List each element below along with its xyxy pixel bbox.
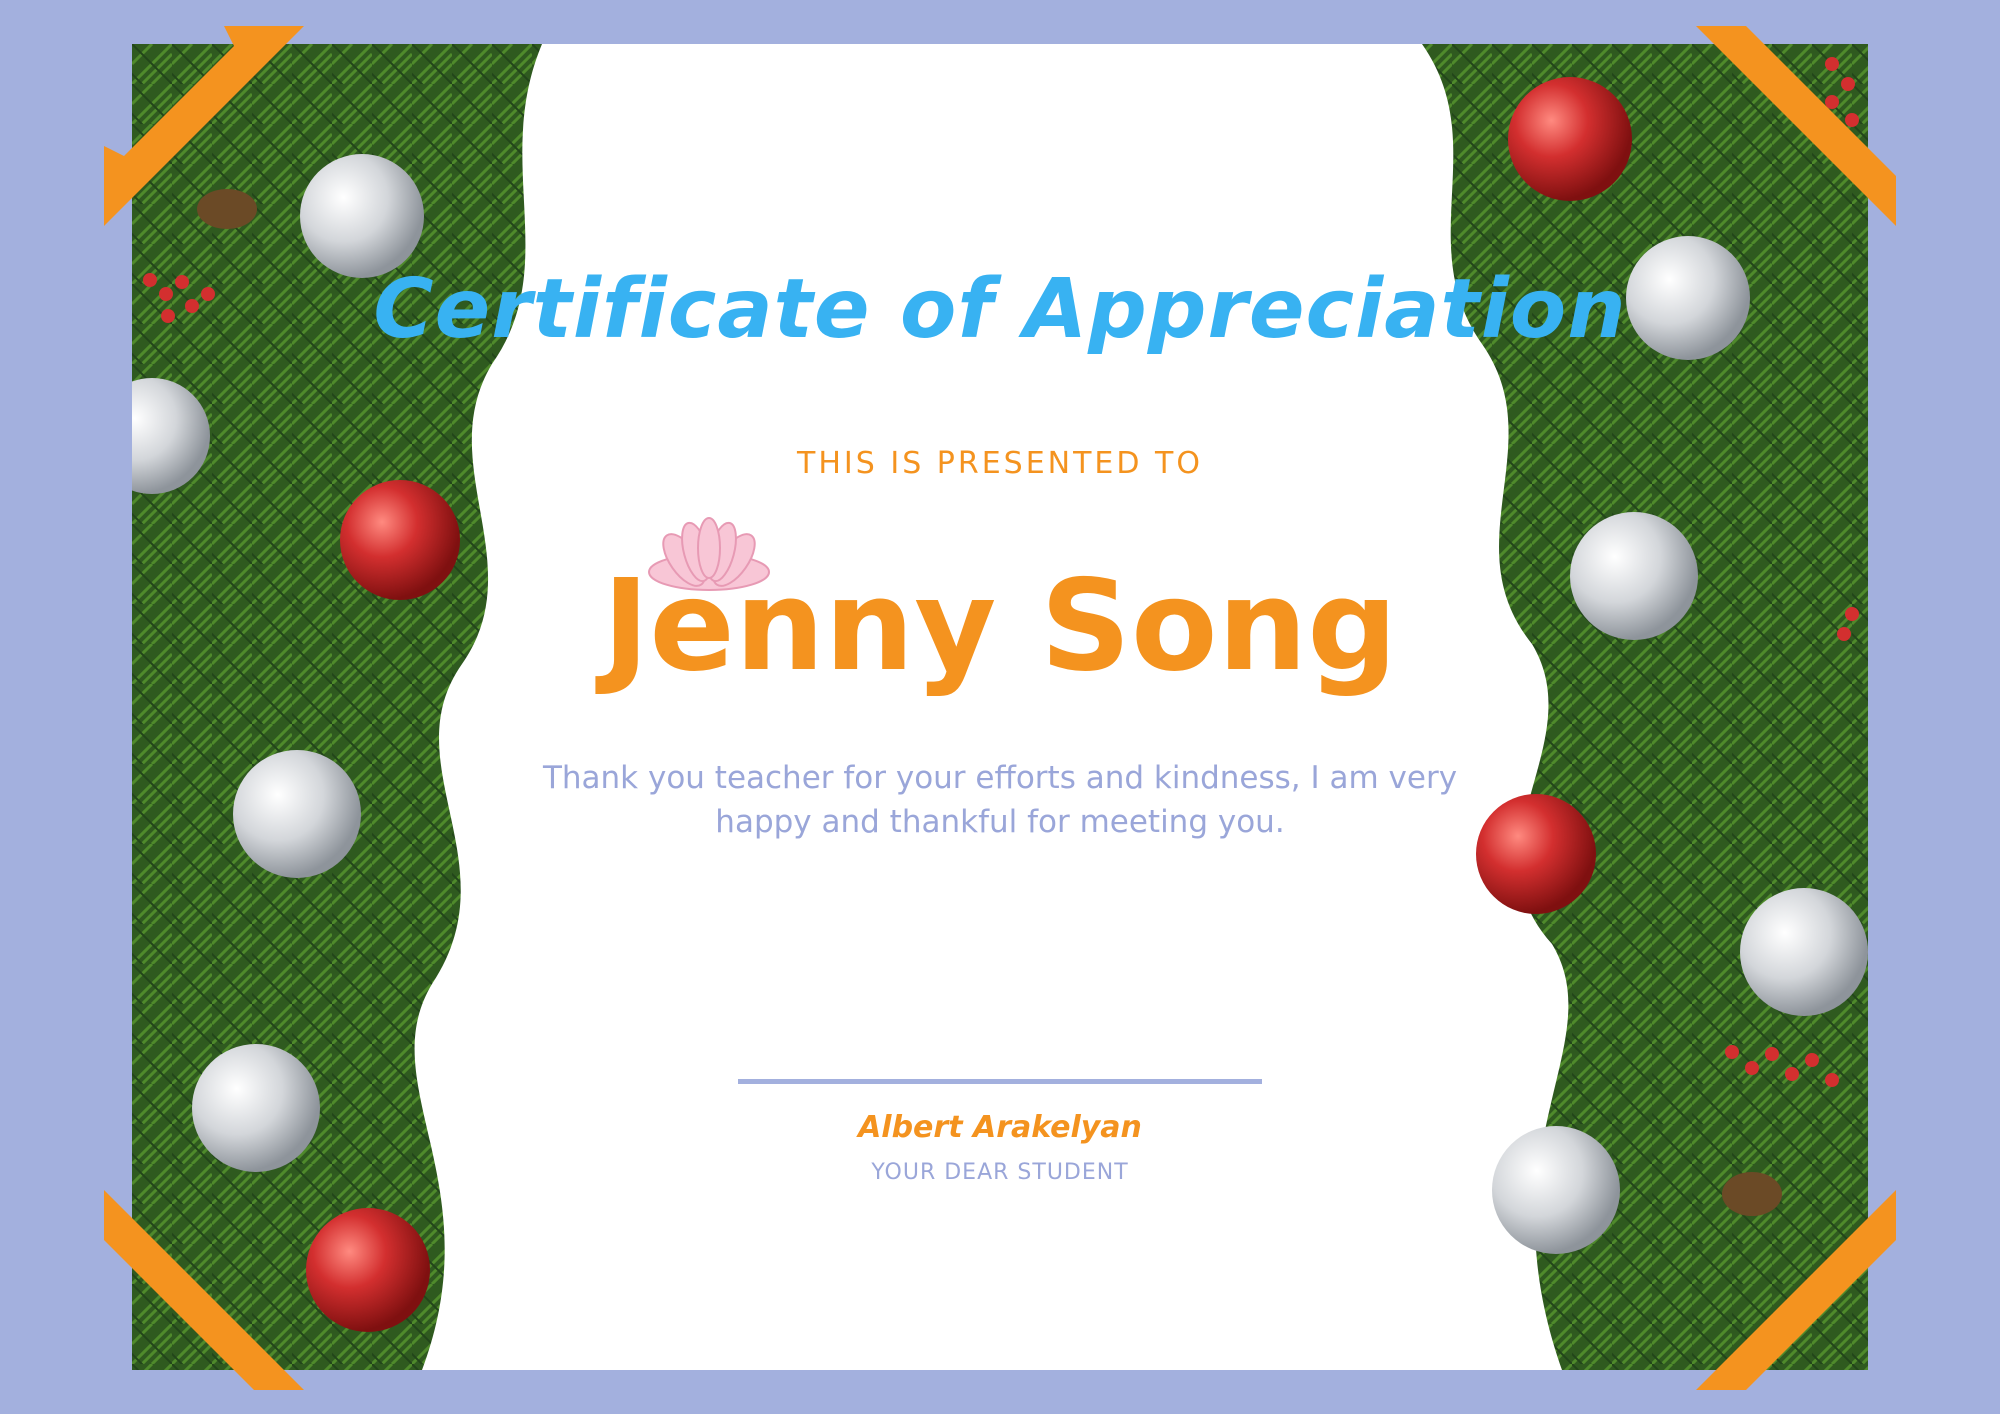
photo-corner-orange-icon [104, 1190, 304, 1390]
photo-corner-orange-icon [1696, 26, 1896, 226]
photo-corner-orange-icon [1696, 1190, 1896, 1390]
silver-ornament-icon [233, 750, 361, 878]
red-ornament-icon [1508, 77, 1632, 201]
silver-ornament-icon [192, 1044, 320, 1172]
red-ornament-icon [306, 1208, 430, 1332]
silver-ornament-icon [300, 154, 424, 278]
signer-name: Albert Arakelyan [858, 1110, 1142, 1145]
signer-role: YOUR DEAR STUDENT [871, 1160, 1129, 1185]
photo-corner-orange-icon [104, 26, 304, 226]
silver-ornament-icon [1492, 1126, 1620, 1254]
certificate-title: Certificate of Appreciation [373, 262, 1627, 357]
silver-ornament-icon [1740, 888, 1868, 1016]
presented-to-label: THIS IS PRESENTED TO [797, 446, 1203, 481]
appreciation-message: Thank you teacher for your efforts and k… [542, 760, 1458, 840]
signature-line [738, 1079, 1262, 1084]
recipient-name: Jenny Song [602, 552, 1398, 699]
